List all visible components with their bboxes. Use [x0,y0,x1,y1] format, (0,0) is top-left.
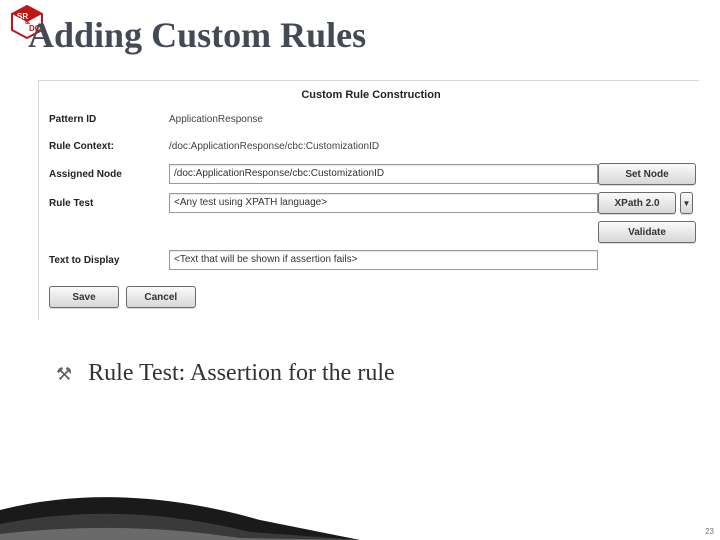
bullet-icon: ⚒ [56,365,72,383]
save-button[interactable]: Save [49,286,119,308]
row-text-to-display: Text to Display <Text that will be shown… [49,250,693,270]
input-rule-test[interactable]: <Any test using XPATH language> [169,193,598,213]
label-text-to-display: Text to Display [49,255,169,266]
decorative-swoosh [0,480,360,540]
label-assigned-node: Assigned Node [49,169,169,180]
label-rule-context: Rule Context: [49,141,169,152]
row-rule-test: Rule Test <Any test using XPATH language… [49,192,693,214]
slide-title: Adding Custom Rules [28,14,366,56]
row-pattern-id: Pattern ID ApplicationResponse [49,109,693,129]
cancel-button[interactable]: Cancel [126,286,196,308]
panel-header: Custom Rule Construction [49,89,693,101]
value-pattern-id: ApplicationResponse [169,114,263,125]
input-text-to-display[interactable]: <Text that will be shown if assertion fa… [169,250,598,270]
label-pattern-id: Pattern ID [49,114,169,125]
row-assigned-node: Assigned Node /doc:ApplicationResponse/c… [49,163,693,185]
validate-button[interactable]: Validate [598,221,696,243]
xpath-version-button[interactable]: XPath 2.0 [598,192,676,214]
row-rule-context: Rule Context: /doc:ApplicationResponse/c… [49,136,693,156]
bullet-line: ⚒ Rule Test: Assertion for the rule [56,360,395,387]
input-assigned-node[interactable]: /doc:ApplicationResponse/cbc:Customizati… [169,164,598,184]
label-rule-test: Rule Test [49,198,169,209]
rule-construction-panel: Custom Rule Construction Pattern ID Appl… [38,80,699,320]
set-node-button[interactable]: Set Node [598,163,696,185]
page-number: 23 [705,527,714,536]
panel-actions: Save Cancel [49,286,693,308]
chevron-down-icon[interactable]: ▼ [680,192,693,214]
bullet-text: Rule Test: Assertion for the rule [88,360,395,387]
value-rule-context: /doc:ApplicationResponse/cbc:Customizati… [169,141,379,152]
row-validate: Validate [49,221,693,243]
